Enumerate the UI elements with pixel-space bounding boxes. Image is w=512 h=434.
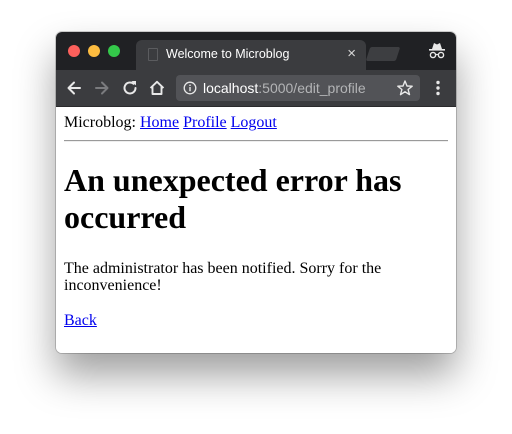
page-favicon-icon [148,48,158,61]
zoom-window-button[interactable] [108,45,120,57]
site-nav: Microblog: Home Profile Logout [64,114,277,132]
home-icon[interactable] [147,78,167,98]
new-tab-button[interactable] [365,47,401,61]
more-vert-icon[interactable] [428,78,448,98]
divider [64,140,448,142]
nav-home-link[interactable]: Home [140,114,179,131]
close-window-button[interactable] [68,45,80,57]
error-heading: An unexpected error has occurred [64,162,402,235]
back-arrow-icon[interactable] [64,78,84,98]
browser-toolbar: localhost:5000/edit_profile [56,70,456,107]
star-icon[interactable] [396,79,414,97]
browser-window: Welcome to Microblog × localhost:5000/ed… [56,32,456,353]
url-text[interactable]: localhost:5000/edit_profile [203,80,366,96]
title-bar: Welcome to Microblog × [56,32,456,70]
url-host: localhost [203,80,259,96]
nav-profile-link[interactable]: Profile [183,114,227,131]
tab-close-icon[interactable]: × [347,45,356,63]
reload-icon[interactable] [120,78,140,98]
browser-tab[interactable]: Welcome to Microblog × [136,40,366,70]
tab-title: Welcome to Microblog [166,47,290,61]
page-content: Microblog: Home Profile Logout An unexpe… [56,107,456,353]
incognito-icon[interactable] [428,41,446,61]
address-bar[interactable]: localhost:5000/edit_profile [176,75,420,101]
minimize-window-button[interactable] [88,45,100,57]
site-brand: Microblog: [64,114,136,131]
back-link[interactable]: Back [64,312,97,330]
info-icon[interactable] [183,81,197,95]
error-message: The administrator has been notified. Sor… [64,260,382,294]
forward-arrow-icon[interactable] [92,78,112,98]
url-path: :5000/edit_profile [258,80,366,96]
nav-logout-link[interactable]: Logout [231,114,277,131]
